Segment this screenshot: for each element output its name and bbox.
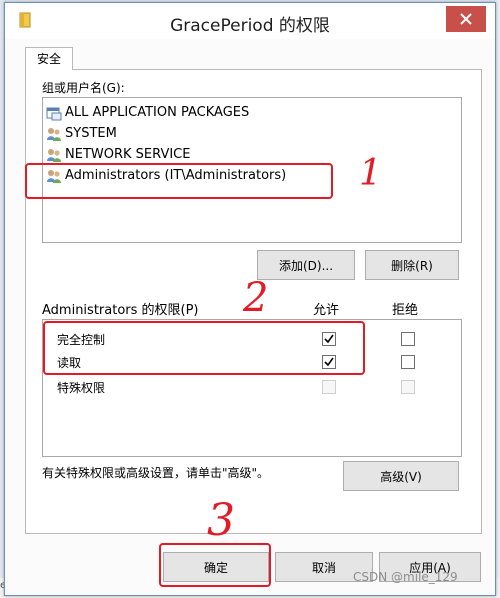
tab-security[interactable]: 安全 [25, 47, 73, 70]
advanced-hint-text: 有关特殊权限或高级设置，请单击"高级"。 [42, 466, 270, 480]
annotation-number-2: 2 [243, 275, 269, 321]
list-item[interactable]: ALL APPLICATION PACKAGES [46, 103, 346, 122]
annotation-box-3 [159, 543, 271, 587]
special-allow-checkbox [322, 380, 336, 394]
read-deny-checkbox[interactable] [401, 355, 415, 369]
watermark-text: CSDN @mile_129 [353, 570, 458, 584]
permissions-dialog: GracePeriod 的权限 安全 组或用户名(G): ALL APPLICA… [4, 2, 496, 596]
annotation-number-1: 1 [359, 153, 382, 194]
deny-column-header: 拒绝 [392, 303, 419, 318]
special-deny-checkbox [401, 380, 415, 394]
list-item[interactable]: NETWORK SERVICE [46, 145, 346, 164]
annotation-box-1 [25, 163, 333, 199]
users-icon [47, 148, 61, 162]
permission-special-label: 特殊权限 [57, 381, 106, 395]
package-icon [46, 107, 62, 120]
close-icon [460, 13, 472, 25]
window-title: GracePeriod 的权限 [170, 16, 330, 36]
allow-column-header: 允许 [313, 303, 340, 318]
users-icon [47, 127, 61, 141]
list-item-label: SYSTEM [65, 126, 117, 141]
advanced-button[interactable]: 高级(V) [343, 461, 459, 491]
list-item[interactable]: SYSTEM [46, 124, 346, 143]
list-item-label: NETWORK SERVICE [65, 147, 191, 162]
full-control-deny-checkbox[interactable] [401, 332, 415, 346]
add-button[interactable]: 添加(D)... [257, 250, 355, 280]
group-list-label: 组或用户名(G): [42, 81, 125, 95]
annotation-box-2 [43, 321, 365, 375]
remove-button[interactable]: 删除(R) [365, 250, 459, 280]
permissions-label: Administrators 的权限(P) [42, 303, 199, 318]
list-item-label: ALL APPLICATION PACKAGES [65, 105, 250, 120]
annotation-number-3: 3 [207, 495, 235, 546]
title-bar[interactable]: GracePeriod 的权限 [5, 3, 495, 39]
close-button[interactable] [446, 6, 486, 32]
